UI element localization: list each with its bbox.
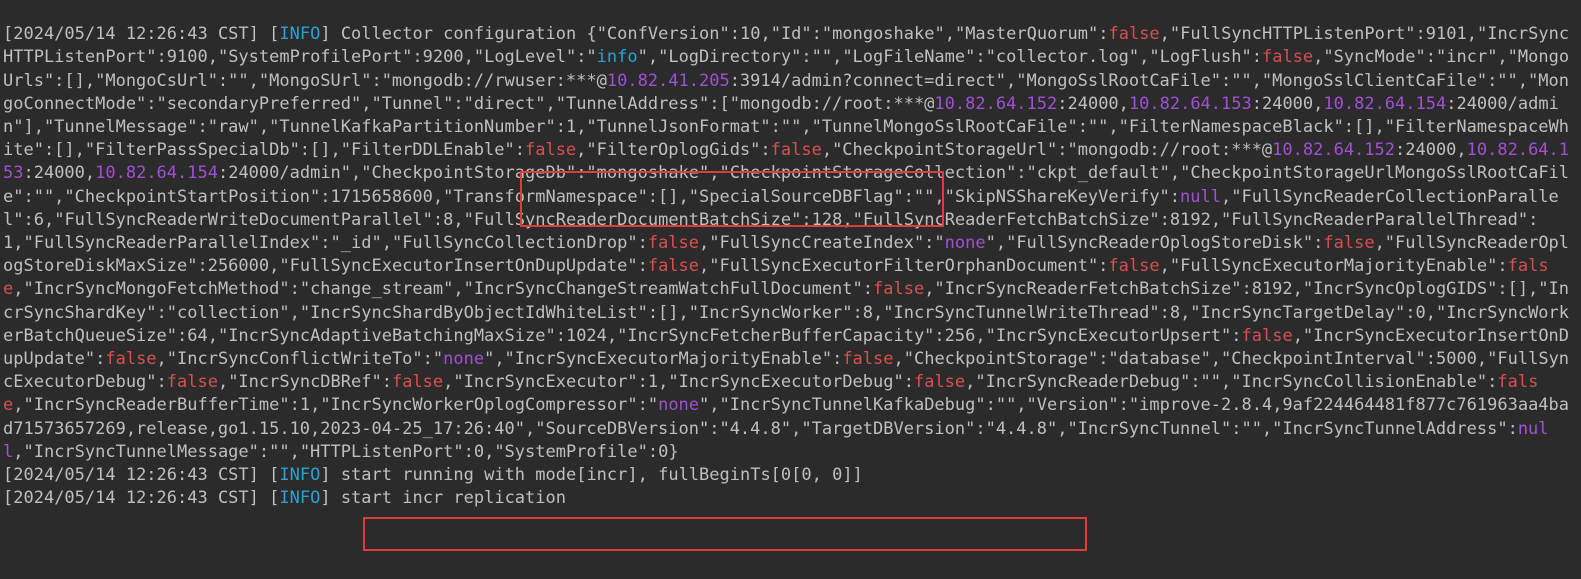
log-line: [2024/05/14 12:26:43 CST] [INFO] start i… [3,488,566,508]
log-level: INFO [279,488,320,508]
log-msg: start running with mode[incr], fullBegin… [341,465,863,485]
log-level: INFO [279,465,320,485]
log-msg: Collector configuration [341,24,576,44]
log-msg: start incr replication [341,488,566,508]
timestamp: 2024/05/14 12:26:43 CST [13,24,248,44]
highlight-box-mode [363,517,1087,551]
timestamp: 2024/05/14 12:26:43 CST [13,488,248,508]
terminal-output: [2024/05/14 12:26:43 CST] [INFO] Collect… [0,0,1581,557]
log-line: [2024/05/14 12:26:43 CST] [INFO] start r… [3,465,863,485]
log-level: INFO [279,24,320,44]
timestamp: 2024/05/14 12:26:43 CST [13,465,248,485]
log-line: [2024/05/14 12:26:43 CST] [INFO] Collect… [3,24,1569,462]
